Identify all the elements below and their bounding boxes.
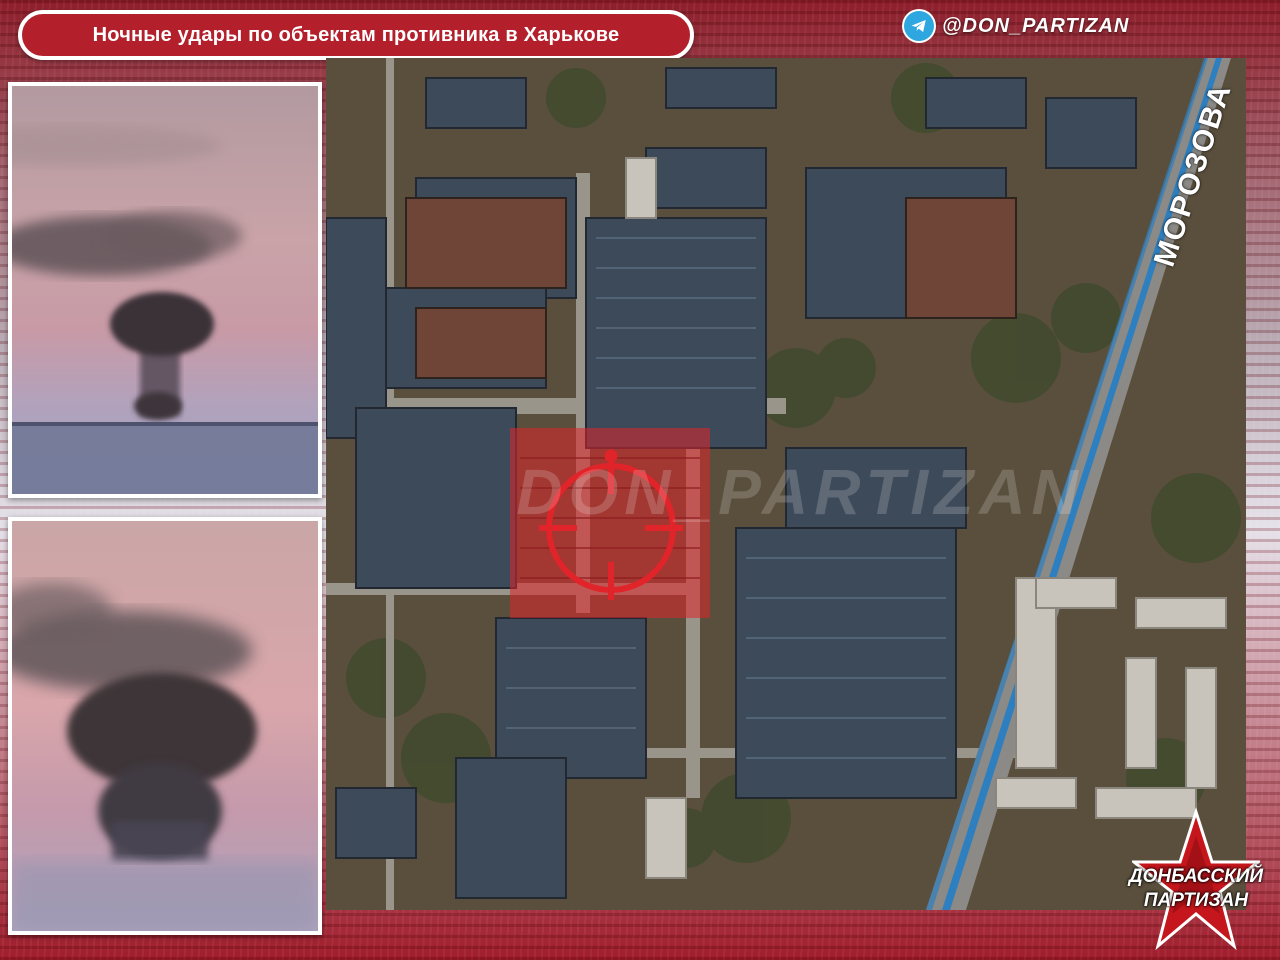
logo-line-1: ДОНБАССКИЙ — [1128, 866, 1264, 887]
explosion-photo-bottom — [8, 517, 322, 935]
logo-line-2: ПАРТИЗАН — [1143, 890, 1249, 911]
satellite-map — [326, 58, 1246, 910]
telegram-icon — [904, 11, 934, 41]
channel-handle: @DON_PARTIZAN — [942, 14, 1130, 37]
title-banner: Ночные удары по объектам противника в Ха… — [18, 10, 694, 60]
page-title: Ночные удары по объектам противника в Ха… — [92, 23, 620, 46]
telegram-channel[interactable]: @DON_PARTIZAN — [904, 8, 1129, 44]
explosion-photo-top — [8, 82, 322, 498]
brand-logo: ДОНБАССКИЙ ПАРТИЗАН — [1112, 806, 1280, 960]
